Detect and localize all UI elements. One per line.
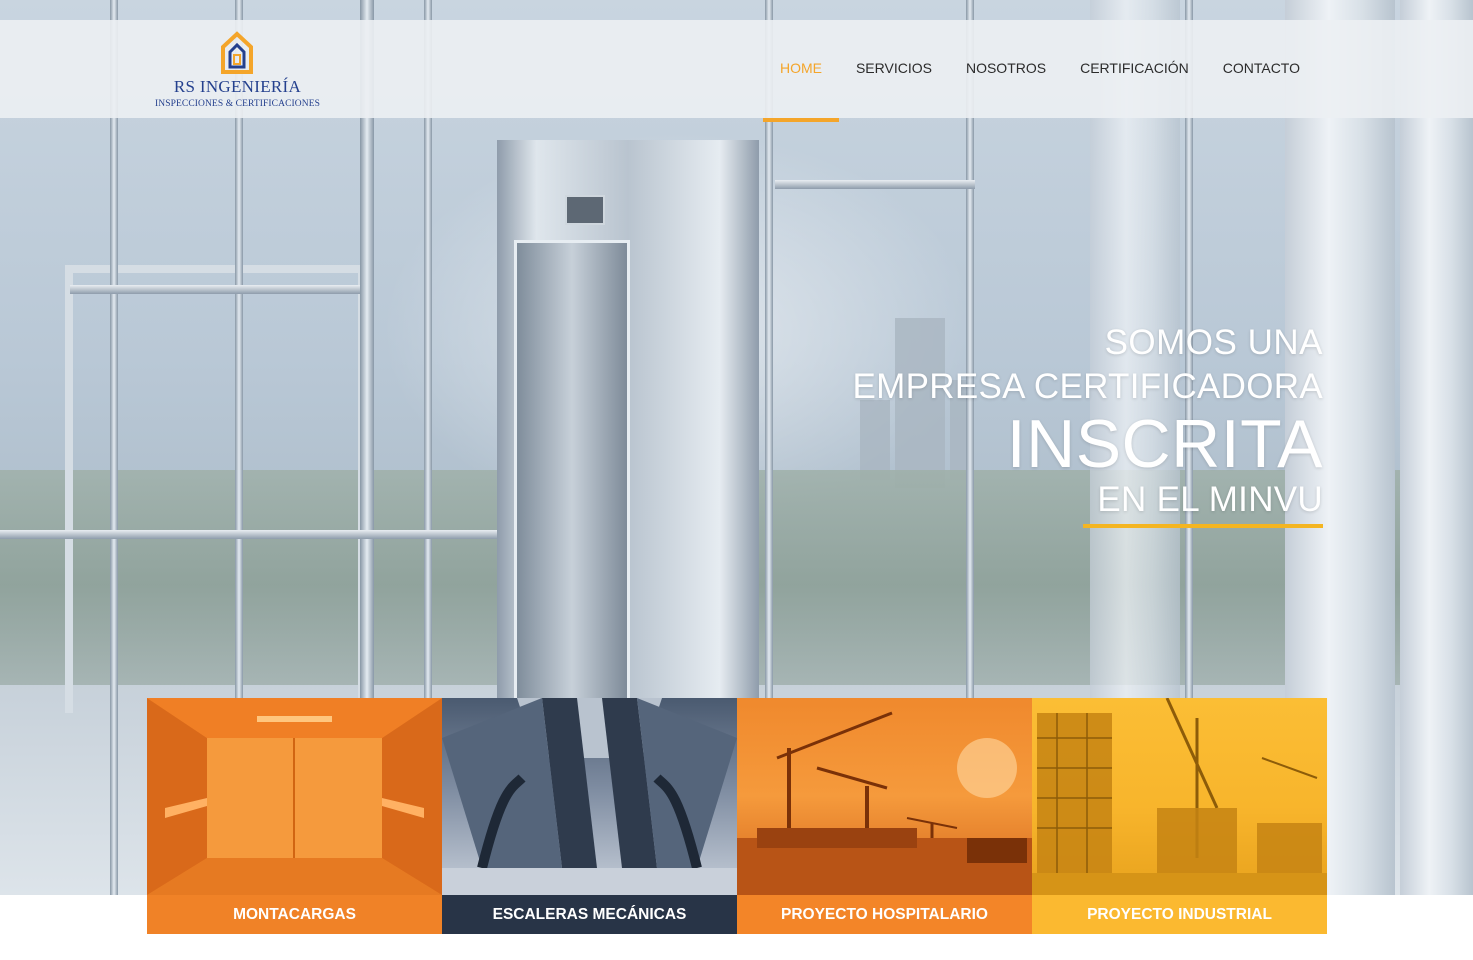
card-pointer [877, 933, 893, 934]
card-escaleras-mecanicas[interactable]: ESCALERAS MECÁNICAS [442, 698, 737, 934]
card-label: ESCALERAS MECÁNICAS [442, 895, 737, 934]
headline-line-3: INSCRITA [1006, 406, 1323, 482]
card-image-building-construction [1032, 698, 1327, 895]
card-image-freight-elevator [147, 698, 442, 895]
headline-line-1: SOMOS UNA [1104, 323, 1323, 362]
card-montacargas[interactable]: MONTACARGAS [147, 698, 442, 934]
nav-nosotros[interactable]: NOSOTROS [949, 20, 1063, 118]
window-mullion [110, 0, 118, 895]
card-proyecto-hospitalario[interactable]: PROYECTO HOSPITALARIO [737, 698, 1032, 934]
headline-line-4: EN EL MINVU [1097, 480, 1323, 519]
site-logo[interactable]: RS INGENIERÍA INSPECCIONES & CERTIFICACI… [150, 30, 330, 115]
card-proyecto-industrial[interactable]: PROYECTO INDUSTRIAL [1032, 698, 1327, 934]
card-label: MONTACARGAS [147, 895, 442, 934]
main-nav: HOME SERVICIOS NOSOTROS CERTIFICACIÓN CO… [762, 20, 1317, 122]
lift-rail [70, 285, 360, 294]
card-image-escalator [442, 698, 737, 895]
nav-certificacion[interactable]: CERTIFICACIÓN [1063, 20, 1206, 118]
nav-contacto[interactable]: CONTACTO [1206, 20, 1317, 118]
window-rail [0, 530, 500, 539]
service-cards: MONTACARGAS ESCALERAS MECÁNICAS PROYECTO… [147, 698, 1327, 934]
card-pointer [1172, 933, 1188, 934]
elevator-door [514, 240, 630, 701]
logo-tagline: INSPECCIONES & CERTIFICACIONES [154, 99, 320, 109]
elevator-indicator [565, 195, 605, 225]
nav-home[interactable]: HOME [762, 20, 839, 122]
window-rail [775, 180, 975, 189]
headline-line-2: EMPRESA CERTIFICADORA [852, 367, 1323, 406]
headline-underline [1083, 524, 1323, 528]
logo-name: RS INGENIERÍA [173, 77, 302, 96]
nav-servicios[interactable]: SERVICIOS [839, 20, 949, 118]
card-pointer [582, 933, 598, 934]
card-pointer [287, 933, 303, 934]
hero-headline: SOMOS UNA EMPRESA CERTIFICADORA INSCRITA… [853, 320, 1323, 528]
card-label: PROYECTO HOSPITALARIO [737, 895, 1032, 934]
building-column [1400, 0, 1473, 895]
card-label: PROYECTO INDUSTRIAL [1032, 895, 1327, 934]
card-image-construction-cranes [737, 698, 1032, 895]
house-icon [221, 31, 253, 74]
site-header: RS INGENIERÍA INSPECCIONES & CERTIFICACI… [0, 20, 1473, 122]
